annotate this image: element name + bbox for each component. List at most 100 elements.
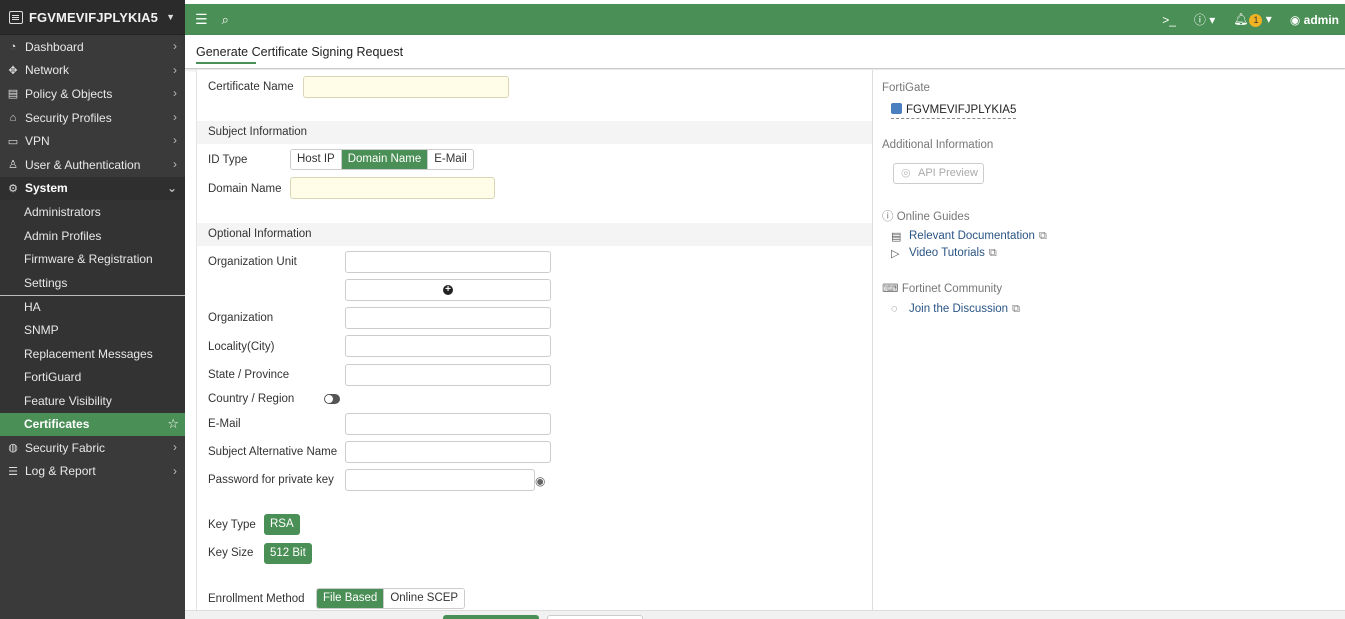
nav-dashboard[interactable]: ◔ Dashboard › [0, 35, 185, 59]
sidebar-item-fortiguard[interactable]: FortiGuard [0, 365, 185, 389]
nav-label: Dashboard [25, 39, 84, 54]
sidebar-item-firmware[interactable]: Firmware & Registration [0, 247, 185, 271]
cancel-button[interactable] [547, 615, 643, 619]
book-icon: ▤ [891, 231, 902, 243]
device-selector[interactable]: FGVMEVIFJPLYKIA5 ▼ [0, 0, 185, 35]
nav-label: Feature Visibility [24, 393, 112, 408]
nav-label: Certificates [24, 417, 90, 432]
san-label: Subject Alternative Name [208, 446, 338, 458]
title-underline [196, 62, 256, 64]
cli-console-icon[interactable]: >_ [1162, 13, 1176, 27]
community-label: Fortinet Community [901, 283, 1003, 295]
policy-icon: ▤ [7, 88, 19, 101]
certificate-name-input[interactable] [303, 76, 509, 98]
nav-network[interactable]: ✥ Network › [0, 59, 185, 83]
fortigate-name: FGVMEVIFJPLYKIA5 [906, 104, 1017, 116]
nav-vpn[interactable]: ▭ VPN › [0, 129, 185, 153]
chevron-right-icon: › [173, 109, 177, 124]
sidebar-item-replacement-messages[interactable]: Replacement Messages [0, 341, 185, 366]
nav-policy-objects[interactable]: ▤ Policy & Objects › [0, 82, 185, 106]
org-unit-input[interactable] [345, 251, 551, 273]
user-icon: ♙ [8, 159, 18, 172]
gear-icon: ⚙ [8, 182, 18, 195]
sidebar-item-snmp[interactable]: SNMP [0, 318, 185, 342]
nav-label: Settings [24, 275, 68, 290]
ok-button[interactable] [443, 615, 539, 619]
nav-security-profiles[interactable]: ⌂ Security Profiles › [0, 106, 185, 130]
chat-icon: ⌨ [882, 283, 899, 295]
id-type-host-ip[interactable]: Host IP [291, 150, 342, 169]
nav-log-report[interactable]: ☰ Log & Report › [0, 460, 185, 484]
nav-user-auth[interactable]: ♙ User & Authentication › [0, 153, 185, 177]
optional-section-header: Optional Information [197, 223, 873, 246]
san-input[interactable] [345, 441, 551, 463]
nav-system[interactable]: ⚙ System ⌄ [0, 176, 185, 201]
nav-label: VPN [25, 134, 50, 149]
community-heading: ⌨ Fortinet Community [882, 281, 1002, 295]
country-toggle[interactable] [324, 394, 340, 404]
report-icon: ☰ [8, 465, 18, 478]
chevron-right-icon: › [173, 86, 177, 101]
main-nav: ◔ Dashboard › ✥ Network › ▤ Policy & Objects ›… [0, 35, 185, 483]
enrollment-file-based[interactable]: File Based [317, 589, 385, 608]
user-name: admin [1303, 12, 1339, 27]
info-panel: FortiGate FGVMEVIFJPLYKIA5 Additional In… [872, 70, 1345, 619]
nav-label: SNMP [24, 322, 59, 337]
sidebar-item-administrators[interactable]: Administrators [0, 200, 185, 224]
sidebar-item-feature-visibility[interactable]: Feature Visibility [0, 388, 185, 413]
device-icon [891, 103, 902, 114]
page-header: Generate Certificate Signing Request [185, 35, 1345, 69]
external-link-icon: ⧉ [988, 247, 997, 259]
external-link-icon: ⧉ [1012, 303, 1020, 315]
api-preview-label: API Preview [918, 167, 978, 179]
chevron-right-icon: › [173, 62, 177, 77]
key-type-rsa[interactable]: RSA [264, 514, 300, 535]
notifications-button[interactable]: 🔔︎ 1 ▾ [1233, 12, 1272, 27]
chevron-right-icon: › [173, 463, 177, 478]
join-discussion-link[interactable]: Join the Discussion ⧉ [909, 303, 1020, 316]
online-guides-heading: ⓘ Online Guides [882, 208, 970, 224]
nav-label: Replacement Messages [24, 346, 153, 361]
domain-name-input[interactable] [290, 177, 495, 199]
user-menu[interactable]: ◉ admin [1290, 13, 1339, 27]
sidebar-item-certificates[interactable]: Certificates ☆ [0, 412, 185, 437]
key-size-label: Key Size [208, 547, 254, 559]
key-size-512[interactable]: 512 Bit [264, 543, 312, 564]
api-preview-button[interactable]: ◎ API Preview [893, 163, 984, 184]
state-label: State / Province [208, 369, 290, 381]
locality-input[interactable] [345, 335, 551, 357]
enrollment-method-selector: File Based Online SCEP [316, 588, 466, 609]
relevant-docs-link[interactable]: Relevant Documentation ⧉ [909, 230, 1047, 243]
star-icon[interactable]: ☆ [167, 416, 179, 432]
password-input[interactable] [345, 469, 535, 491]
nav-label: Policy & Objects [25, 86, 113, 101]
nav-label: User & Authentication [25, 157, 141, 172]
csr-form: Certificate Name Subject Information ID … [196, 70, 873, 610]
sidebar-item-admin-profiles[interactable]: Admin Profiles [0, 223, 185, 248]
organization-input[interactable] [345, 307, 551, 329]
video-tutorials-link[interactable]: Video Tutorials ⧉ [909, 247, 997, 260]
id-type-selector: Host IP Domain Name E-Mail [290, 149, 474, 170]
eye-icon[interactable]: ◉ [535, 474, 545, 488]
id-type-domain-name[interactable]: Domain Name [341, 150, 429, 169]
hamburger-icon[interactable]: ☰ [195, 11, 208, 28]
top-bar-actions: >_ ⓘ ▾ 🔔︎ 1 ▾ ◉ admin [1162, 11, 1345, 28]
enrollment-online-scep[interactable]: Online SCEP [384, 589, 465, 608]
device-name: FGVMEVIFJPLYKIA5 [29, 9, 158, 25]
add-org-unit-button[interactable]: + [345, 279, 551, 301]
search-icon[interactable]: ⌕ [222, 12, 229, 28]
network-icon: ✥ [8, 64, 18, 77]
id-type-email[interactable]: E-Mail [428, 150, 473, 169]
sidebar-item-settings[interactable]: Settings [0, 270, 185, 295]
email-input[interactable] [345, 413, 551, 435]
org-unit-label: Organization Unit [208, 256, 297, 268]
state-input[interactable] [345, 364, 551, 386]
id-type-label: ID Type [208, 154, 248, 166]
fortigate-device-link[interactable]: FGVMEVIFJPLYKIA5 [891, 103, 1017, 119]
key-type-label: Key Type [208, 519, 256, 531]
nav-label: FortiGuard [24, 370, 82, 385]
fabric-icon: ◍ [8, 442, 18, 455]
sidebar-item-ha[interactable]: HA [0, 294, 185, 319]
help-icon[interactable]: ⓘ ▾ [1194, 11, 1215, 28]
nav-security-fabric[interactable]: ◍ Security Fabric › [0, 436, 185, 460]
